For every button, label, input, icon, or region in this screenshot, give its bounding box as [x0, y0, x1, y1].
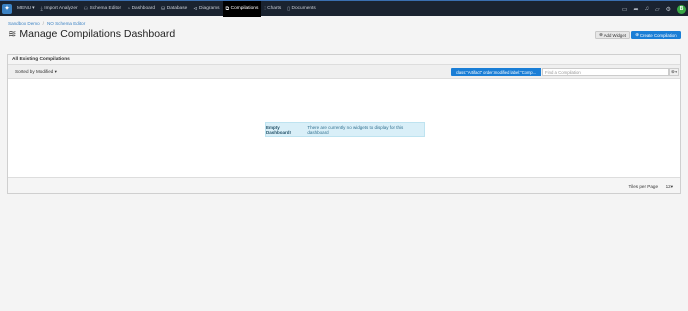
panel-toolbar: Sorted by Modified ▾ class:"Artifact" or… [8, 65, 680, 79]
app-logo[interactable]: ✦ [2, 3, 12, 14]
compilations-panel: All Existing Compilations Sorted by Modi… [7, 54, 681, 194]
gear-icon[interactable]: ⚙ [666, 6, 671, 13]
create-compilation-button[interactable]: ⊕ Create Compilation [631, 31, 681, 39]
plus-circle-icon: ⊕ [635, 32, 639, 37]
close-circle-icon: ⊗ [670, 69, 675, 74]
add-widget-button[interactable]: ⊕ Add Widget [595, 31, 630, 39]
dashboard-icon: ◔ [127, 5, 131, 12]
nav-import-analyzer[interactable]: ⤓ Import Analyzer [38, 1, 81, 17]
nav-diagrams[interactable]: ⊲ Diagrams [190, 1, 222, 17]
nav-dashboard[interactable]: ◔ Dashboard [124, 1, 158, 17]
caret-down-icon: ▾ [675, 70, 678, 74]
avatar[interactable]: B [677, 4, 686, 14]
chat-icon[interactable]: ▭ [622, 6, 628, 13]
nav-charts[interactable]: ⫶ Charts [261, 1, 284, 17]
plus-circle-icon: ⊕ [599, 32, 603, 37]
empty-alert-title: Empty Dashboard! [266, 124, 292, 135]
search-input[interactable] [542, 68, 669, 76]
nav-compilations[interactable]: ⧉ Compilations [222, 0, 262, 17]
main-nav: MENU ▾ ⤓ Import Analyzer ⚇ Schema Editor ◔ D… [14, 0, 319, 17]
breadcrumb-schema-editor[interactable]: NO Schema Editor [47, 21, 85, 26]
nav-database[interactable]: ⛁ Database [158, 1, 190, 17]
empty-dashboard-alert: Empty Dashboard! There are currently no … [265, 122, 425, 137]
folder-icon[interactable]: ▱ [655, 6, 660, 13]
share-icon[interactable]: ➦ [633, 6, 638, 13]
breadcrumb-sandbox-demo[interactable]: Sandbox Demo [8, 21, 40, 26]
database-icon: ⛁ [161, 5, 166, 12]
panel-title: All Existing Compilations [8, 55, 680, 65]
menu-dropdown[interactable]: MENU ▾ [14, 1, 38, 17]
breadcrumb-separator: / [42, 21, 44, 26]
compilations-icon: ⧉ [225, 5, 230, 12]
document-icon: ▯ [287, 5, 291, 12]
empty-alert-text: There are currently no widgets to displa… [307, 124, 404, 135]
diagram-icon: ⊲ [193, 5, 198, 12]
schema-icon: ⚇ [83, 5, 89, 12]
page-header: ≋ Manage Compilations Dashboard [8, 28, 175, 40]
breadcrumb: Sandbox Demo / NO Schema Editor [8, 21, 85, 26]
nav-schema-editor[interactable]: ⚇ Schema Editor [81, 1, 124, 17]
menu-label: MENU [17, 6, 32, 11]
tiles-per-page-label: Tiles per Page [628, 184, 658, 189]
bell-icon[interactable]: ♫ [644, 6, 649, 12]
caret-down-icon: ▾ [54, 69, 57, 74]
tiles-per-page-select[interactable]: 12▾ [666, 184, 673, 190]
header-actions: ▭ ➦ ♫ ▱ ⚙ B [619, 1, 686, 17]
download-icon: ⤓ [40, 5, 43, 12]
stack-icon: ≋ [8, 28, 17, 40]
caret-down-icon: ▾ [670, 184, 673, 189]
sort-dropdown[interactable]: Sorted by Modified ▾ [15, 69, 57, 75]
search-query-tag[interactable]: class:"Artifact" order:modified label:"C… [451, 68, 541, 76]
top-navbar: ✦ MENU ▾ ⤓ Import Analyzer ⚇ Schema Editor … [0, 0, 688, 17]
nav-documents[interactable]: ▯ Documents [284, 1, 319, 17]
search-options-button[interactable]: ⊗ ▾ [669, 68, 679, 76]
chart-icon: ⫶ [264, 5, 266, 12]
page-title: Manage Compilations Dashboard [19, 28, 176, 40]
panel-footer: Tiles per Page 12▾ [8, 177, 680, 193]
chevron-down-icon: ▾ [32, 6, 35, 11]
